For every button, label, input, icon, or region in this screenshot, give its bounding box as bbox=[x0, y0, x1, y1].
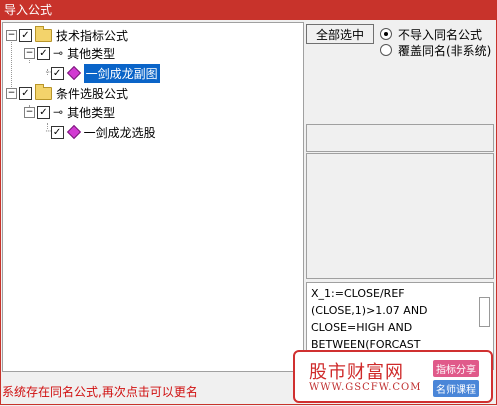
watermark-name: 股市财富网 bbox=[309, 362, 404, 383]
formula-gem-icon bbox=[66, 124, 81, 140]
checkbox[interactable]: ✓ bbox=[50, 66, 64, 80]
checkbox[interactable]: ✓ bbox=[37, 105, 50, 119]
watermark-tag: 指标分享 bbox=[433, 360, 479, 377]
formula-tree[interactable]: − ✓ 技术指标公式 − ✓ ⊸ 其他类型 ··· ✓ 一剑成龙副图 − ✓ 条… bbox=[2, 22, 304, 372]
radio-overwrite-duplicates[interactable]: 覆盖同名(非系统) bbox=[380, 42, 491, 58]
window-title: 导入公式 bbox=[4, 3, 53, 17]
watermark-url: WWW.GSCFW.COM bbox=[309, 382, 422, 393]
folder-icon bbox=[35, 83, 52, 100]
key-icon: ⊸ bbox=[53, 46, 64, 60]
tree-node-label: 其他类型 bbox=[67, 105, 116, 120]
radio-label: 不导入同名公式 bbox=[398, 27, 483, 42]
tree-node-label: 其他类型 bbox=[67, 46, 116, 61]
tree-node-label: 一剑成龙副图 bbox=[83, 63, 160, 83]
checkbox[interactable]: ✓ bbox=[19, 86, 32, 100]
collapse-toggle-icon[interactable]: − bbox=[6, 29, 17, 41]
tree-node-formula[interactable]: ··· ✓ 一剑成龙选股 bbox=[45, 123, 156, 141]
info-panel-top bbox=[306, 124, 494, 152]
formula-gem-icon bbox=[66, 65, 81, 81]
info-panel-middle bbox=[306, 153, 494, 279]
tree-node-other-type[interactable]: − ✓ ⊸ 其他类型 bbox=[24, 103, 115, 121]
select-all-button[interactable]: 全部选中 bbox=[306, 24, 374, 44]
collapse-toggle-icon[interactable]: − bbox=[24, 106, 35, 118]
radio-skip-duplicates[interactable]: 不导入同名公式 bbox=[380, 26, 482, 42]
collapse-toggle-icon[interactable]: − bbox=[24, 47, 35, 59]
tree-node-label: 一剑成龙选股 bbox=[83, 125, 156, 140]
checkbox[interactable]: ✓ bbox=[50, 125, 64, 139]
radio-button[interactable] bbox=[380, 28, 392, 40]
radio-button[interactable] bbox=[380, 44, 392, 56]
formula-line: CLOSE=HIGH AND bbox=[311, 321, 413, 334]
tree-node-screen-formulas[interactable]: − ✓ 条件选股公式 bbox=[6, 83, 129, 102]
tree-node-label: 条件选股公式 bbox=[56, 86, 129, 101]
formula-line: X_1:=CLOSE/REF bbox=[311, 287, 405, 300]
watermark-tag: 名师课程 bbox=[433, 380, 479, 397]
status-message: 系统存在同名公式,再次点击可以更名 bbox=[2, 385, 198, 399]
key-icon: ⊸ bbox=[53, 105, 64, 119]
tree-node-other-type[interactable]: − ✓ ⊸ 其他类型 bbox=[24, 44, 115, 62]
checkbox[interactable]: ✓ bbox=[19, 28, 32, 42]
title-bar: 导入公式 bbox=[0, 0, 497, 20]
scrollbar-thumb[interactable] bbox=[479, 297, 490, 327]
watermark-logo: 股市财富网 WWW.GSCFW.COM 指标分享 名师课程 bbox=[293, 350, 493, 403]
formula-line: (CLOSE,1)>1.07 AND bbox=[311, 304, 428, 317]
tree-node-tech-formulas[interactable]: − ✓ 技术指标公式 bbox=[6, 25, 129, 44]
folder-icon bbox=[35, 25, 52, 42]
tree-node-formula[interactable]: ··· ✓ 一剑成龙副图 bbox=[45, 63, 160, 83]
radio-label: 覆盖同名(非系统) bbox=[398, 43, 492, 58]
tree-node-label: 技术指标公式 bbox=[56, 28, 129, 43]
collapse-toggle-icon[interactable]: − bbox=[6, 87, 17, 99]
checkbox[interactable]: ✓ bbox=[37, 46, 50, 60]
